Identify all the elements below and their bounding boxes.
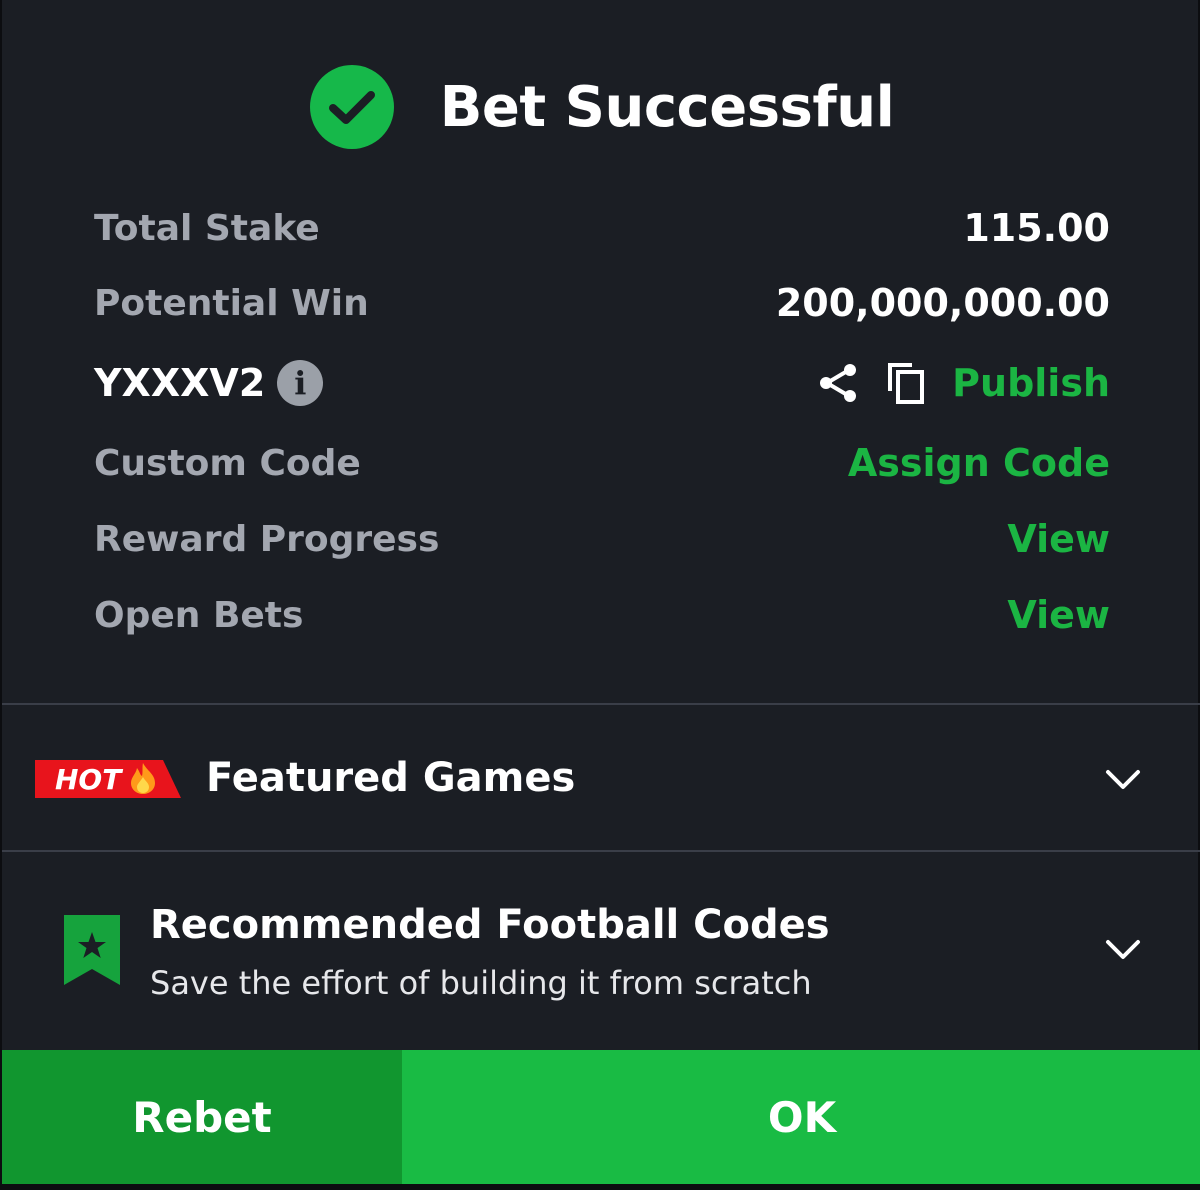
share-icon[interactable]	[816, 361, 860, 405]
custom-code-row: Custom Code Assign Code	[94, 433, 1110, 493]
featured-games-title: Featured Games	[206, 755, 576, 801]
fire-icon	[131, 763, 155, 794]
potential-win-row: Potential Win 200,000,000.00	[94, 273, 1110, 333]
booking-code-text: YXXXV2	[94, 361, 266, 405]
reward-progress-row: Reward Progress View	[94, 509, 1110, 569]
booking-code-actions: Publish	[816, 361, 1110, 405]
chevron-down-icon[interactable]	[1103, 930, 1143, 970]
rebet-button[interactable]: Rebet	[2, 1050, 402, 1184]
publish-link[interactable]: Publish	[952, 361, 1110, 405]
reward-progress-view-link[interactable]: View	[1007, 517, 1110, 561]
booking-code: YXXXV2 i	[94, 360, 324, 406]
header: Bet Successful	[2, 62, 1200, 152]
copy-icon[interactable]	[884, 361, 928, 405]
potential-win-label: Potential Win	[94, 282, 369, 324]
open-bets-view-link[interactable]: View	[1007, 593, 1110, 637]
total-stake-label: Total Stake	[94, 207, 320, 249]
hot-badge-label: HOT	[55, 763, 122, 796]
hot-badge: HOT	[35, 760, 183, 798]
total-stake-value: 115.00	[963, 206, 1110, 250]
booking-code-row: YXXXV2 i Publish	[94, 353, 1110, 413]
open-bets-label: Open Bets	[94, 594, 304, 636]
bet-success-sheet: Bet Successful Total Stake 115.00 Potent…	[0, 0, 1200, 1190]
chevron-down-icon[interactable]	[1103, 760, 1143, 800]
assign-code-link[interactable]: Assign Code	[848, 441, 1110, 485]
potential-win-value: 200,000,000.00	[775, 281, 1110, 325]
bookmark-star-icon	[64, 915, 120, 985]
reward-progress-label: Reward Progress	[94, 518, 440, 560]
page-title: Bet Successful	[439, 74, 895, 140]
recommended-codes-subtitle: Save the effort of building it from scra…	[150, 964, 812, 1002]
bottom-edge	[2, 1184, 1200, 1190]
check-circle-icon	[309, 65, 394, 149]
ok-button[interactable]: OK	[402, 1050, 1200, 1184]
open-bets-row: Open Bets View	[94, 585, 1110, 645]
custom-code-label: Custom Code	[94, 442, 361, 484]
info-icon[interactable]: i	[277, 360, 324, 406]
recommended-codes-section[interactable]: Recommended Football Codes Save the effo…	[2, 852, 1200, 1048]
total-stake-row: Total Stake 115.00	[94, 198, 1110, 258]
recommended-codes-title: Recommended Football Codes	[150, 902, 830, 948]
